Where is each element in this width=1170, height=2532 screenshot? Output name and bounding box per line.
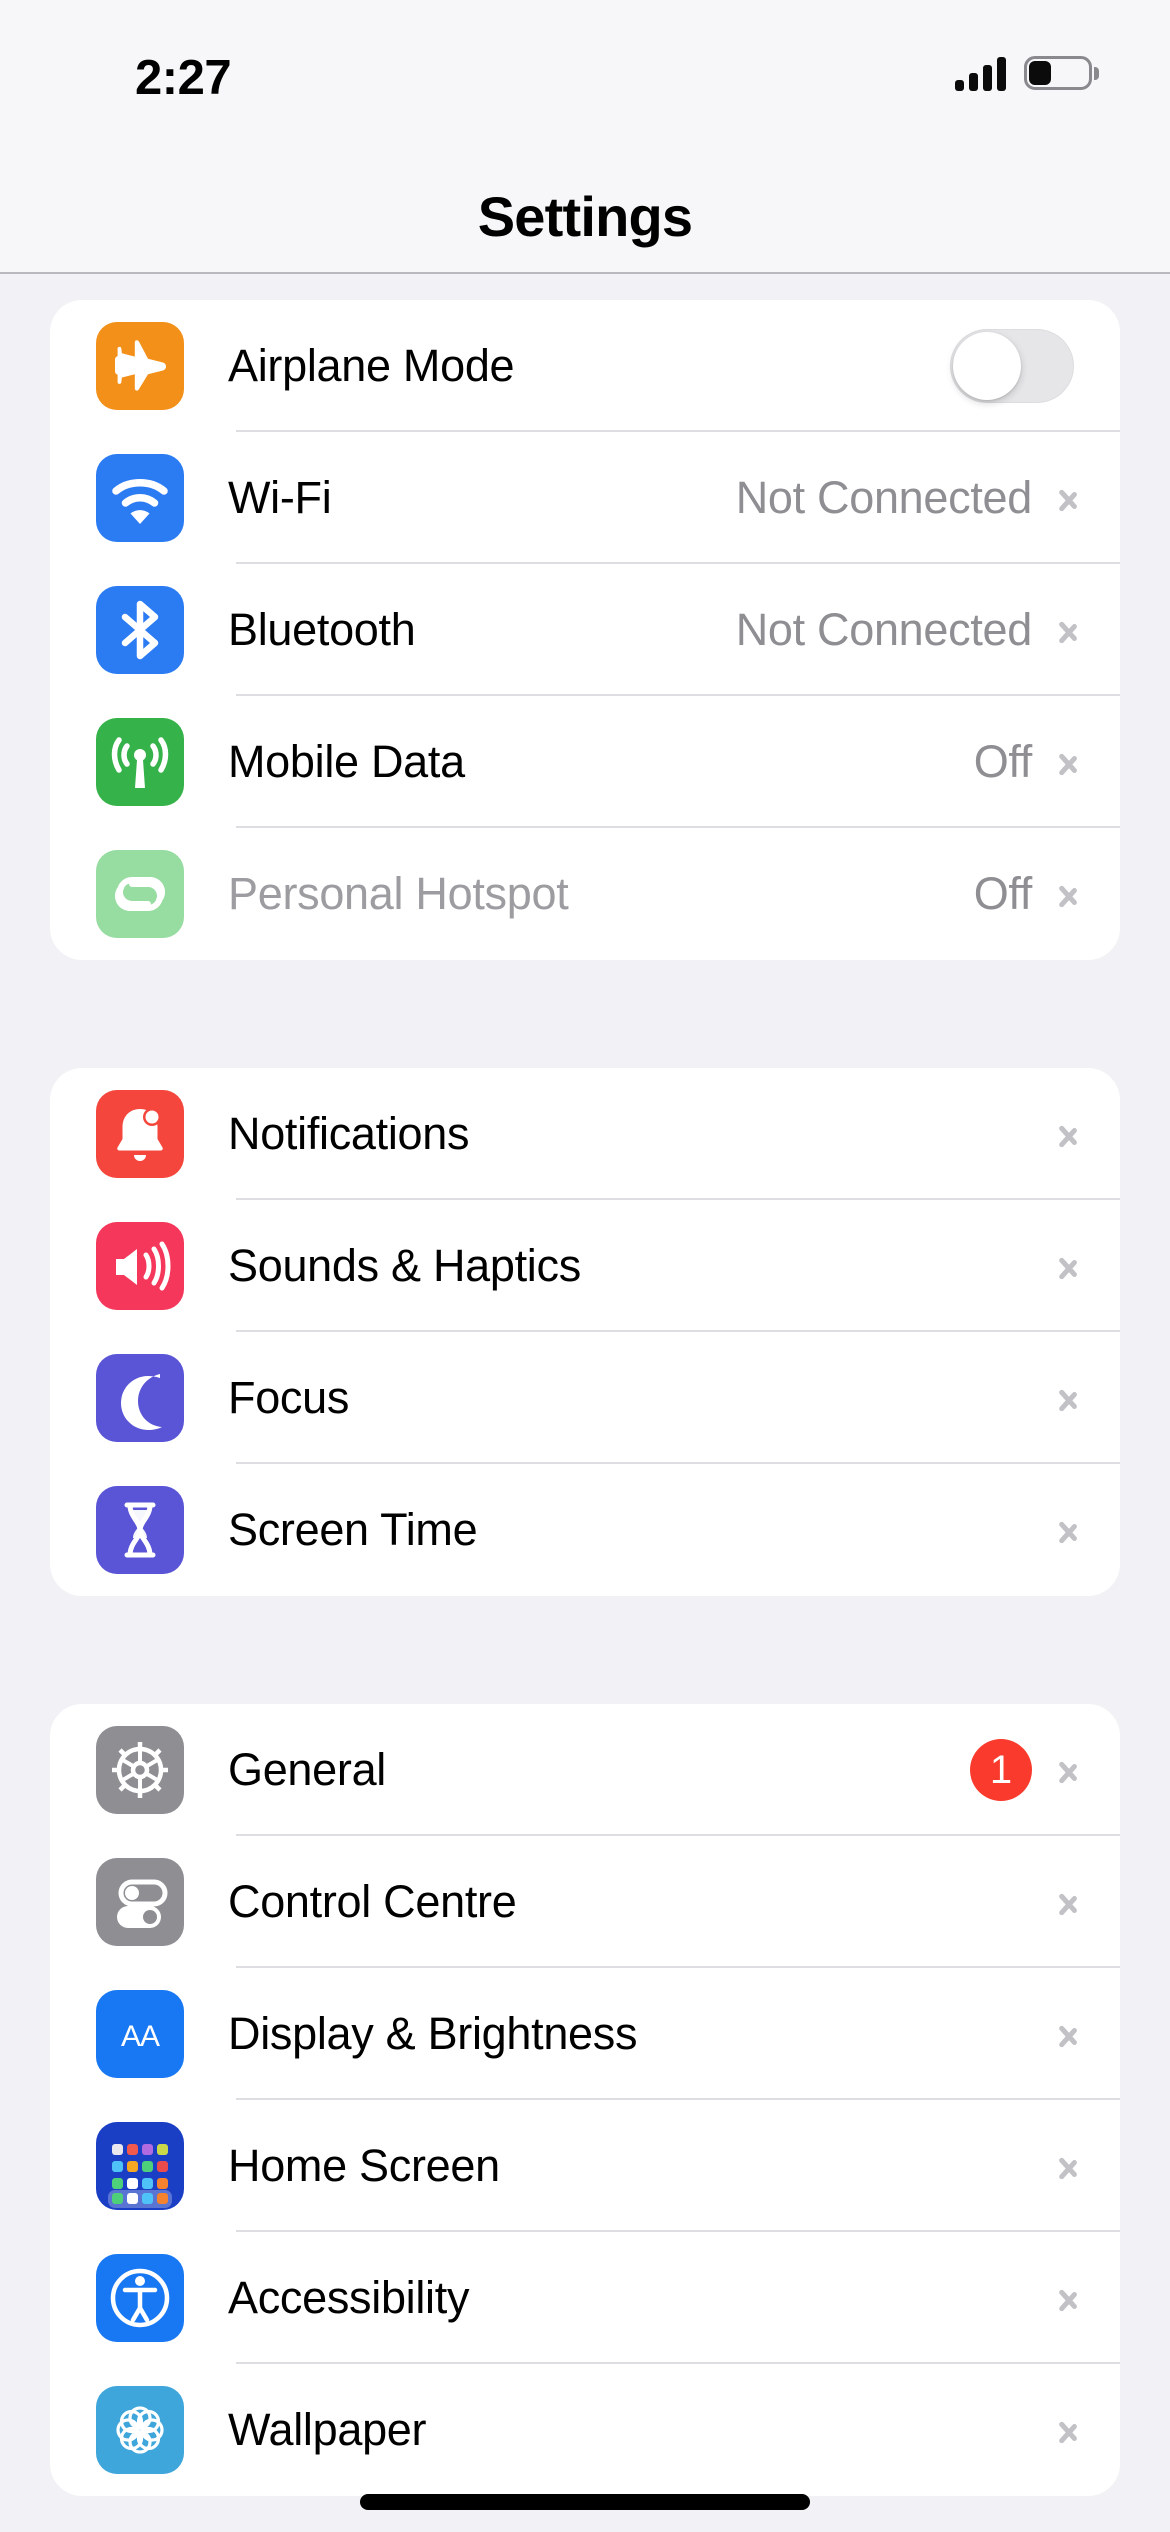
hourglass-icon: [96, 1486, 184, 1574]
settings-row-general[interactable]: General 1: [50, 1704, 1120, 1836]
settings-row-home-screen[interactable]: Home Screen: [50, 2100, 1120, 2232]
settings-group-system: General 1 Control Centre AA Display & Bright…: [50, 1704, 1120, 2496]
chevron-right-icon: [1058, 1884, 1078, 1920]
battery-icon: [1024, 56, 1092, 90]
flower-icon: [96, 2386, 184, 2474]
chevron-right-icon: [1058, 2412, 1078, 2448]
settings-row-notifications[interactable]: Notifications: [50, 1068, 1120, 1200]
chevron-right-icon: [1058, 1248, 1078, 1284]
chevron-right-icon: [1058, 1512, 1078, 1548]
speaker-icon: [96, 1222, 184, 1310]
airplane-icon: [96, 322, 184, 410]
settings-list[interactable]: Airplane ModeWi-FiNot ConnectedBluetooth…: [0, 274, 1170, 2532]
settings-row-wi-fi[interactable]: Wi-Fi Not Connected: [50, 432, 1120, 564]
settings-row-label: Notifications: [228, 1108, 469, 1160]
settings-row-personal-hotspot[interactable]: Personal Hotspot Off: [50, 828, 1120, 960]
chevron-right-icon: [1058, 744, 1078, 780]
svg-text:AA: AA: [121, 2020, 160, 2053]
airplane-mode-toggle[interactable]: [950, 329, 1074, 403]
chevron-right-icon: [1058, 2148, 1078, 2184]
status-bar-indicators: [955, 56, 1092, 91]
settings-row-label: Mobile Data: [228, 736, 465, 788]
settings-row-label: Focus: [228, 1372, 349, 1424]
settings-row-display-brightness[interactable]: AA Display & Brightness: [50, 1968, 1120, 2100]
settings-row-label: Sounds & Haptics: [228, 1240, 581, 1292]
bell-icon: [96, 1090, 184, 1178]
settings-group-alerts: Notifications Sounds & Haptics Focus Screen…: [50, 1068, 1120, 1596]
hotspot-link-icon: [96, 850, 184, 938]
cellular-tower-icon: [96, 718, 184, 806]
settings-row-label: Personal Hotspot: [228, 868, 568, 920]
settings-row-screen-time[interactable]: Screen Time: [50, 1464, 1120, 1596]
settings-row-value: Off: [974, 736, 1032, 788]
app-grid-icon: [96, 2122, 184, 2210]
settings-row-label: Airplane Mode: [228, 340, 514, 392]
chevron-right-icon: [1058, 876, 1078, 912]
moon-icon: [96, 1354, 184, 1442]
toggle-knob: [953, 332, 1021, 400]
settings-row-focus[interactable]: Focus: [50, 1332, 1120, 1464]
settings-row-label: Accessibility: [228, 2272, 469, 2324]
gear-icon: [96, 1726, 184, 1814]
settings-row-label: General: [228, 1744, 386, 1796]
settings-row-label: Control Centre: [228, 1876, 516, 1928]
chevron-right-icon: [1058, 2016, 1078, 2052]
iphone-screen: 2:27 Settings Airplane Mode Wi-Fi Not Conn…: [0, 0, 1170, 2532]
settings-row-label: Home Screen: [228, 2140, 500, 2192]
accessibility-icon: [96, 2254, 184, 2342]
settings-row-airplane-mode[interactable]: Airplane Mode: [50, 300, 1120, 432]
cellular-signal-icon: [955, 57, 1006, 91]
bluetooth-icon: [96, 586, 184, 674]
settings-row-accessibility[interactable]: Accessibility: [50, 2232, 1120, 2364]
settings-row-label: Wallpaper: [228, 2404, 426, 2456]
settings-row-label: Display & Brightness: [228, 2008, 637, 2060]
navigation-bar: Settings: [0, 160, 1170, 273]
settings-row-label: Wi-Fi: [228, 472, 331, 524]
chevron-right-icon: [1058, 1752, 1078, 1788]
chevron-right-icon: [1058, 1380, 1078, 1416]
status-bar: 2:27: [0, 0, 1170, 160]
status-bar-clock: 2:27: [135, 50, 231, 106]
chevron-right-icon: [1058, 1116, 1078, 1152]
status-badge: 1: [970, 1739, 1032, 1801]
home-indicator[interactable]: [360, 2494, 810, 2510]
chevron-right-icon: [1058, 612, 1078, 648]
settings-row-wallpaper[interactable]: Wallpaper: [50, 2364, 1120, 2496]
settings-row-label: Screen Time: [228, 1504, 477, 1556]
settings-row-control-centre[interactable]: Control Centre: [50, 1836, 1120, 1968]
settings-row-label: Bluetooth: [228, 604, 415, 656]
settings-row-mobile-data[interactable]: Mobile Data Off: [50, 696, 1120, 828]
page-title: Settings: [478, 184, 693, 249]
settings-group-connectivity: Airplane ModeWi-FiNot ConnectedBluetooth…: [50, 300, 1120, 960]
settings-row-sounds-haptics[interactable]: Sounds & Haptics: [50, 1200, 1120, 1332]
settings-row-bluetooth[interactable]: Bluetooth Not Connected: [50, 564, 1120, 696]
text-size-icon: AA: [96, 1990, 184, 2078]
wifi-icon: [96, 454, 184, 542]
settings-row-value: Not Connected: [736, 604, 1032, 656]
sliders-icon: [96, 1858, 184, 1946]
chevron-right-icon: [1058, 2280, 1078, 2316]
settings-row-value: Off: [974, 868, 1032, 920]
settings-row-value: Not Connected: [736, 472, 1032, 524]
chevron-right-icon: [1058, 480, 1078, 516]
